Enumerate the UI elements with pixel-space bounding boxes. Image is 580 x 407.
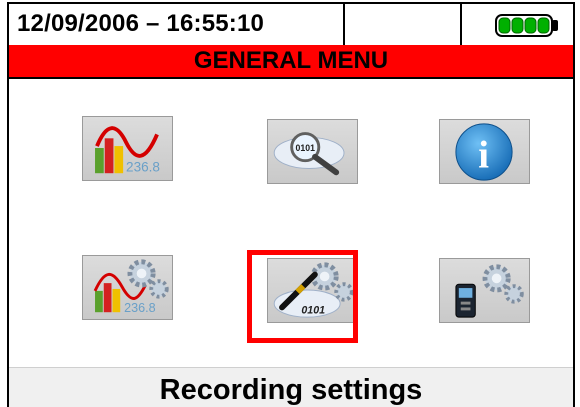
date-time: 12/09/2006 – 16:55:10 bbox=[17, 10, 265, 37]
chart-gears-icon: 236.8 bbox=[93, 259, 169, 315]
value-text: 0101 bbox=[296, 143, 316, 153]
analyzer-settings-button[interactable]: 236.8 bbox=[82, 255, 173, 320]
instrument-gears-icon bbox=[455, 264, 524, 318]
value-text: i bbox=[478, 133, 489, 176]
analysis-results-button[interactable]: 236.8 bbox=[82, 116, 173, 181]
memory-data-button[interactable]: 0101 bbox=[267, 119, 358, 184]
bar-chart-sine-value-icon: 236.8 bbox=[95, 126, 160, 174]
menu-title: GENERAL MENU bbox=[193, 47, 389, 74]
instrument-screen: 12/09/2006 – 16:55:10 GENERAL MENU 236.8 bbox=[7, 2, 575, 407]
status-bar: 12/09/2006 – 16:55:10 bbox=[9, 4, 573, 47]
value-text: 236.8 bbox=[124, 301, 156, 315]
menu-title-bar: GENERAL MENU bbox=[9, 45, 573, 79]
info-button[interactable]: i bbox=[439, 119, 530, 184]
status-divider bbox=[343, 4, 345, 45]
status-divider bbox=[460, 4, 462, 45]
battery-full-icon bbox=[495, 13, 561, 38]
value-text: 236.8 bbox=[126, 159, 160, 174]
info-icon: i bbox=[455, 123, 513, 181]
selected-item-label: Recording settings bbox=[159, 374, 423, 406]
data-magnifier-icon: 0101 bbox=[273, 132, 345, 176]
footer-bar: Recording settings bbox=[9, 367, 573, 407]
general-settings-button[interactable] bbox=[439, 258, 530, 323]
selection-frame bbox=[247, 250, 358, 343]
